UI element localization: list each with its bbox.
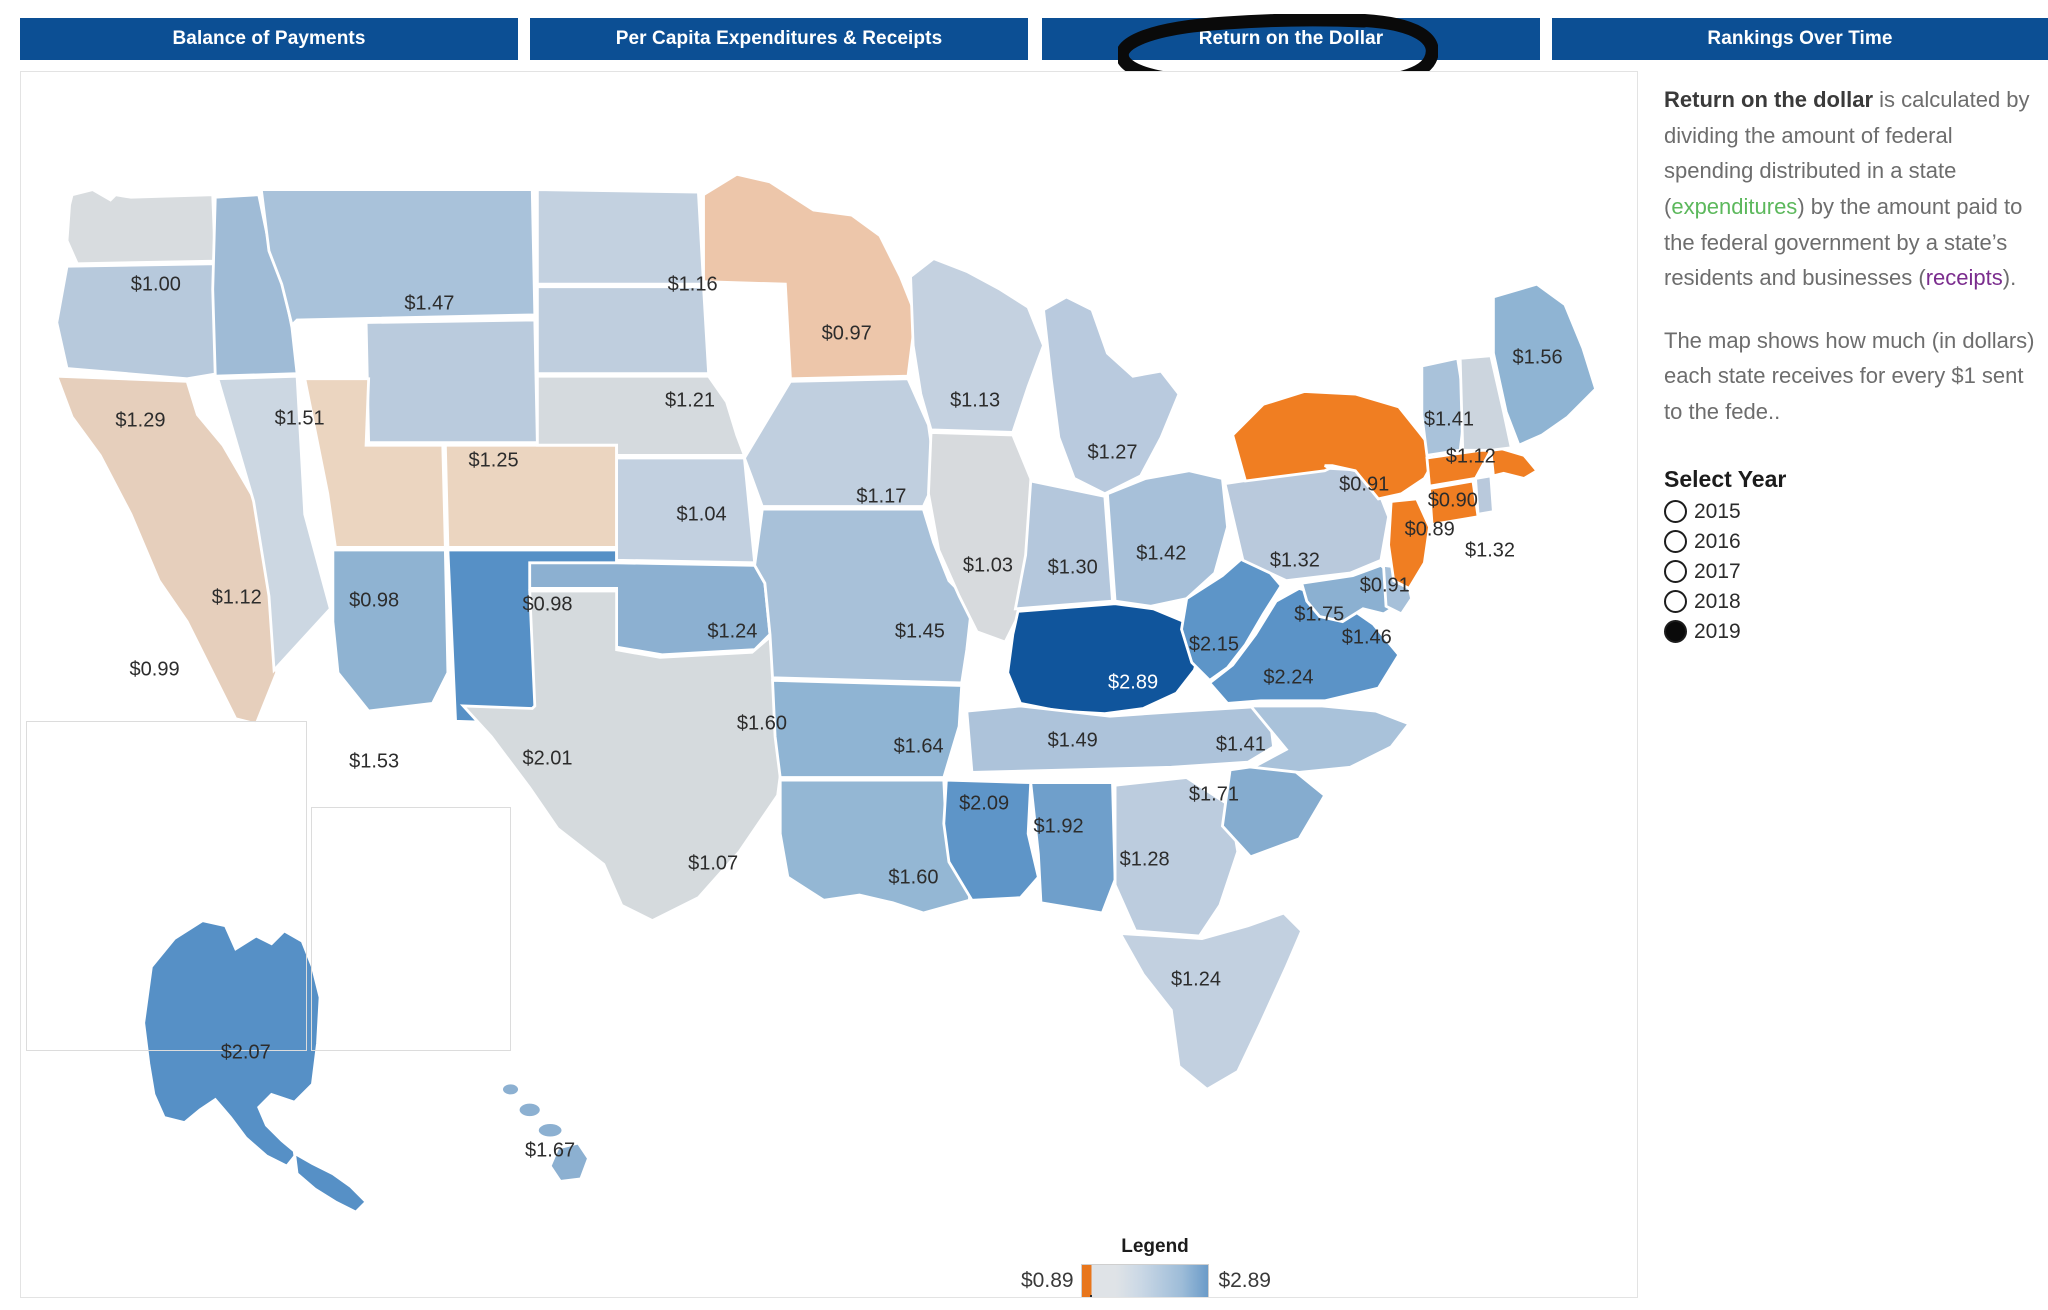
state-shape-NC — [1247, 704, 1412, 774]
legend-gradient-bar — [1080, 1264, 1210, 1297]
state-shape-NE — [535, 374, 747, 457]
state-shape-AK-tail — [292, 1150, 369, 1214]
state-shape-KS — [615, 456, 757, 565]
state-shape-OR — [55, 262, 220, 381]
tab-rankings-over-time[interactable]: Rankings Over Time — [1552, 18, 2048, 60]
state-shape-AZ — [331, 548, 450, 713]
tab-balance-of-payments[interactable]: Balance of Payments — [20, 18, 518, 60]
radio-unselected-icon[interactable] — [1664, 530, 1687, 554]
state-shape-CO — [443, 443, 619, 549]
year-option-label: 2018 — [1694, 589, 1741, 613]
year-option-2015[interactable]: 2015 — [1664, 497, 2040, 527]
tab-per-capita-expenditures-receipts[interactable]: Per Capita Expenditures & Receipts — [530, 18, 1028, 60]
hawaii-inset-frame — [311, 807, 511, 1051]
state-shape-CT — [1428, 479, 1480, 527]
state-shape-AR — [771, 678, 964, 779]
state-shape-FL — [1117, 911, 1304, 1092]
legend-min-label: $0.89 — [1021, 1269, 1074, 1292]
tab-label: Return on the Dollar — [1198, 28, 1384, 49]
tab-label: Balance of Payments — [172, 28, 366, 49]
legend-title: Legend — [1121, 1236, 1189, 1257]
year-option-2019[interactable]: 2019 — [1664, 617, 2040, 647]
state-shape-HI — [500, 1081, 591, 1183]
state-shape-ND — [535, 188, 706, 286]
state-shape-WI — [909, 257, 1046, 434]
state-shape-VT — [1420, 356, 1467, 458]
legend-max-label: $2.89 — [1218, 1269, 1271, 1292]
description-paragraph-2: The map shows how much (in dollars) each… — [1664, 327, 2035, 424]
legend-tick-icon — [1089, 1295, 1092, 1297]
state-shape-SC — [1220, 760, 1327, 859]
state-shape-SD — [535, 285, 711, 376]
description-term: Return on the dollar — [1664, 87, 1873, 112]
main-tab-bar: Balance of Payments Per Capita Expenditu… — [0, 14, 2048, 88]
state-shape-AL — [1029, 781, 1117, 915]
year-option-label: 2015 — [1694, 499, 1741, 523]
description-paragraph-1: Return on the dollar is calculated by di… — [1664, 82, 2040, 296]
state-shape-MT — [259, 188, 537, 328]
state-shape-IA — [742, 377, 938, 508]
radio-unselected-icon[interactable] — [1664, 560, 1687, 584]
receipts-term: receipts — [1925, 265, 2003, 291]
year-option-label: 2019 — [1694, 619, 1741, 643]
year-option-label: 2016 — [1694, 529, 1741, 553]
state-shape-MN — [702, 172, 918, 381]
description-text-c: ). — [2002, 265, 2017, 291]
us-choropleth-map[interactable] — [21, 72, 1638, 1298]
state-shape-IN — [1013, 479, 1115, 611]
year-option-2017[interactable]: 2017 — [1664, 557, 2040, 587]
year-option-2016[interactable]: 2016 — [1664, 527, 2040, 557]
state-shape-WY — [364, 318, 539, 445]
tab-label: Per Capita Expenditures & Receipts — [615, 28, 943, 49]
state-shape-LA — [778, 778, 974, 915]
state-shape-MI — [1041, 295, 1181, 496]
legend: Legend $0.89 $2.89 — [1021, 1236, 1271, 1297]
state-shape-RI — [1474, 474, 1495, 516]
state-shape-NJ — [1387, 497, 1431, 591]
radio-unselected-icon[interactable] — [1664, 500, 1687, 524]
state-shape-KY — [1006, 602, 1204, 716]
year-option-2018[interactable]: 2018 — [1664, 587, 2040, 617]
state-shape-GA — [1113, 776, 1240, 938]
state-shape-WA — [65, 188, 217, 266]
map-panel: $1.00 $1.29 $0.99 $1.51 $1.12 $1.47 $1.25 $0.98… — [20, 71, 1638, 1298]
alaska-inset-frame — [26, 721, 307, 1051]
select-year-label: Select Year — [1664, 465, 1787, 492]
expenditures-term: expenditures — [1671, 193, 1798, 219]
year-option-label: 2017 — [1694, 559, 1741, 583]
sidebar: Return on the dollar is calculated by di… — [1664, 82, 2040, 647]
radio-unselected-icon[interactable] — [1664, 590, 1687, 614]
year-radio-group[interactable]: 2015 2016 2017 2018 2019 — [1664, 497, 2040, 647]
state-shape-PA — [1223, 466, 1391, 583]
state-shape-TN — [965, 704, 1276, 774]
tab-return-on-the-dollar[interactable]: Return on the Dollar — [1042, 18, 1540, 60]
tab-label: Rankings Over Time — [1707, 28, 1893, 49]
radio-selected-icon[interactable] — [1664, 620, 1687, 644]
state-shape-ME — [1491, 282, 1598, 448]
